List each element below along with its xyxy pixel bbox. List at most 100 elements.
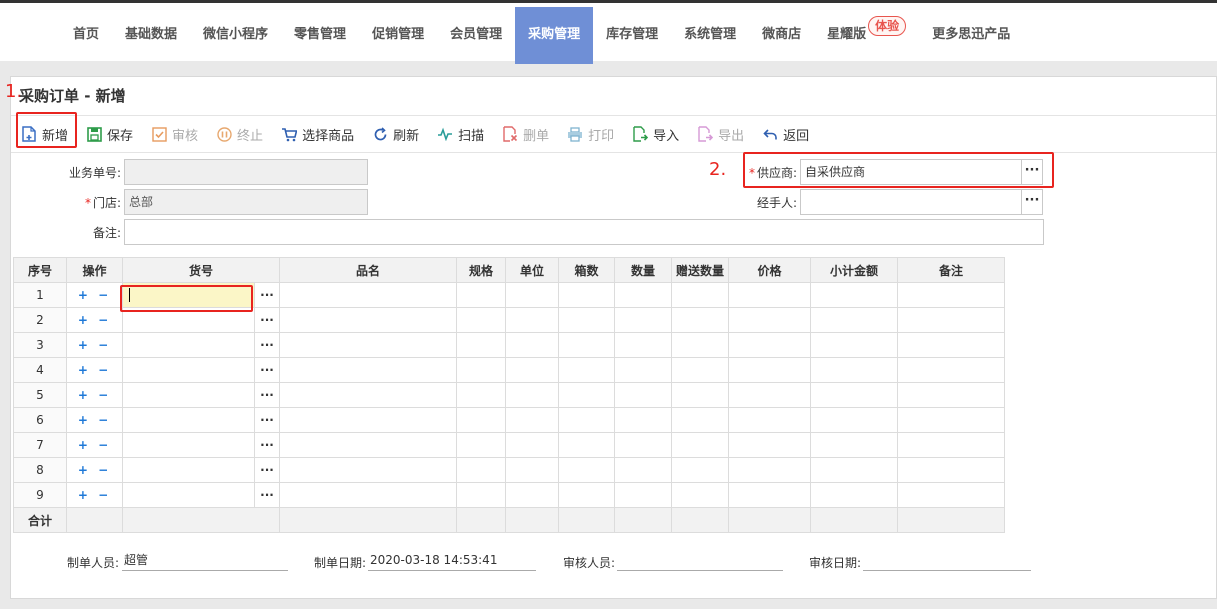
cell-unit[interactable] [505, 282, 559, 308]
cell-price[interactable] [728, 432, 811, 458]
cell-remark[interactable] [897, 282, 1005, 308]
cell-spec[interactable] [456, 332, 506, 358]
cell-unit[interactable] [505, 482, 559, 508]
nav-purchase[interactable]: 采购管理 [515, 7, 594, 64]
row-ops[interactable]: + − [66, 482, 123, 508]
cell-remark[interactable] [897, 457, 1005, 483]
cell-boxes[interactable] [558, 482, 615, 508]
cell-name[interactable] [279, 407, 457, 433]
cell-gift-qty[interactable] [671, 457, 729, 483]
cell-price[interactable] [728, 382, 811, 408]
cell-price[interactable] [728, 457, 811, 483]
cell-gift-qty[interactable] [671, 357, 729, 383]
cell-spec[interactable] [456, 407, 506, 433]
cell-unit[interactable] [505, 382, 559, 408]
item-picker-button[interactable]: ··· [254, 432, 280, 458]
cell-qty[interactable] [614, 382, 672, 408]
cell-price[interactable] [728, 282, 811, 308]
row-ops[interactable]: + − [66, 307, 123, 333]
cell-price[interactable] [728, 357, 811, 383]
item-picker-button[interactable]: ··· [254, 407, 280, 433]
cell-qty[interactable] [614, 357, 672, 383]
cell-remark[interactable] [897, 307, 1005, 333]
nav-micro-store[interactable]: 微商店 [749, 7, 814, 64]
cell-boxes[interactable] [558, 357, 615, 383]
delete-order-button[interactable]: 删单 [502, 125, 549, 144]
nav-home[interactable]: 首页 [60, 7, 112, 64]
cell-price[interactable] [728, 332, 811, 358]
cell-subtotal[interactable] [810, 357, 898, 383]
cell-gift-qty[interactable] [671, 407, 729, 433]
cell-qty[interactable] [614, 307, 672, 333]
cell-unit[interactable] [505, 457, 559, 483]
back-button[interactable]: 返回 [762, 125, 809, 144]
cell-qty[interactable] [614, 407, 672, 433]
cell-boxes[interactable] [558, 382, 615, 408]
handler-picker-button[interactable]: ··· [1021, 189, 1043, 215]
cell-spec[interactable] [456, 432, 506, 458]
cell-spec[interactable] [456, 482, 506, 508]
cell-boxes[interactable] [558, 282, 615, 308]
cell-subtotal[interactable] [810, 482, 898, 508]
cell-qty[interactable] [614, 482, 672, 508]
item-no-input[interactable] [122, 332, 255, 358]
cell-subtotal[interactable] [810, 307, 898, 333]
cell-gift-qty[interactable] [671, 382, 729, 408]
nav-star-edition[interactable]: 星耀版体验 [814, 7, 919, 64]
cell-spec[interactable] [456, 357, 506, 383]
nav-retail[interactable]: 零售管理 [281, 7, 359, 64]
item-picker-button[interactable]: ··· [254, 307, 280, 333]
cell-unit[interactable] [505, 407, 559, 433]
cell-remark[interactable] [897, 407, 1005, 433]
nav-system[interactable]: 系统管理 [671, 7, 749, 64]
cell-remark[interactable] [897, 432, 1005, 458]
cell-gift-qty[interactable] [671, 332, 729, 358]
item-picker-button[interactable]: ··· [254, 282, 280, 308]
handler-input[interactable] [800, 189, 1022, 215]
cell-boxes[interactable] [558, 432, 615, 458]
nav-member[interactable]: 会员管理 [437, 7, 515, 64]
cell-qty[interactable] [614, 332, 672, 358]
stop-button[interactable]: 终止 [216, 125, 263, 144]
cell-name[interactable] [279, 332, 457, 358]
row-ops[interactable]: + − [66, 332, 123, 358]
cell-unit[interactable] [505, 432, 559, 458]
item-picker-button[interactable]: ··· [254, 357, 280, 383]
cell-name[interactable] [279, 432, 457, 458]
nav-wechat-miniapp[interactable]: 微信小程序 [190, 7, 281, 64]
scan-button[interactable]: 扫描 [437, 125, 484, 144]
cell-gift-qty[interactable] [671, 482, 729, 508]
cell-remark[interactable] [897, 482, 1005, 508]
row-ops[interactable]: + − [66, 432, 123, 458]
cell-name[interactable] [279, 382, 457, 408]
row-ops[interactable]: + − [66, 357, 123, 383]
row-ops[interactable]: + − [66, 457, 123, 483]
cell-spec[interactable] [456, 282, 506, 308]
item-picker-button[interactable]: ··· [254, 482, 280, 508]
cell-subtotal[interactable] [810, 457, 898, 483]
cell-name[interactable] [279, 282, 457, 308]
item-no-input[interactable] [122, 357, 255, 383]
cell-subtotal[interactable] [810, 332, 898, 358]
cell-spec[interactable] [456, 307, 506, 333]
select-goods-button[interactable]: 选择商品 [281, 125, 354, 144]
refresh-button[interactable]: 刷新 [372, 125, 419, 144]
cell-subtotal[interactable] [810, 407, 898, 433]
cell-qty[interactable] [614, 457, 672, 483]
cell-name[interactable] [279, 457, 457, 483]
cell-qty[interactable] [614, 282, 672, 308]
cell-remark[interactable] [897, 357, 1005, 383]
cell-boxes[interactable] [558, 457, 615, 483]
cell-remark[interactable] [897, 382, 1005, 408]
item-no-input[interactable] [122, 382, 255, 408]
cell-price[interactable] [728, 482, 811, 508]
cell-unit[interactable] [505, 307, 559, 333]
item-picker-button[interactable]: ··· [254, 457, 280, 483]
cell-name[interactable] [279, 482, 457, 508]
audit-button[interactable]: 审核 [151, 125, 198, 144]
cell-gift-qty[interactable] [671, 432, 729, 458]
cell-price[interactable] [728, 307, 811, 333]
item-picker-button[interactable]: ··· [254, 382, 280, 408]
item-picker-button[interactable]: ··· [254, 332, 280, 358]
cell-boxes[interactable] [558, 407, 615, 433]
